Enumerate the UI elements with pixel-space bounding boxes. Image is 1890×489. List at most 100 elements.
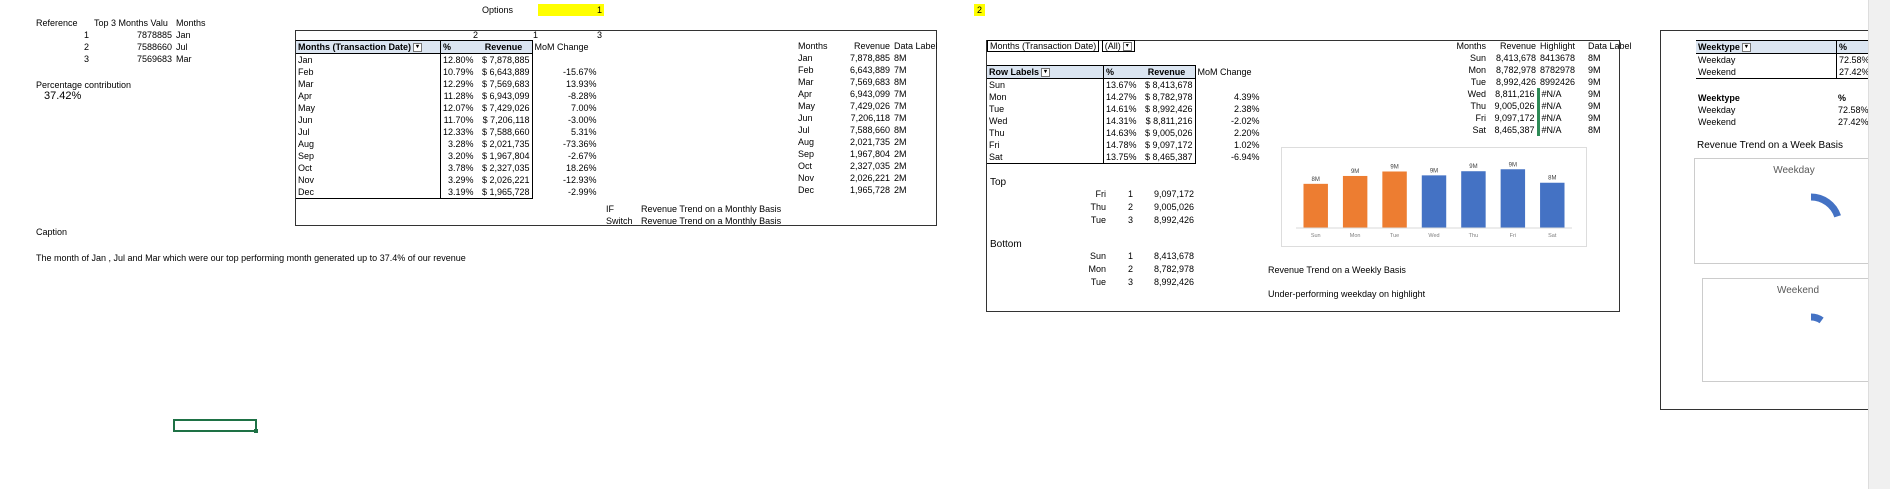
- table-cell[interactable]: 2M: [892, 148, 946, 160]
- table-cell[interactable]: 7,569,683: [836, 76, 892, 88]
- revenue-cell[interactable]: $ 2,021,735: [475, 138, 533, 150]
- table-cell[interactable]: 8992426: [1538, 76, 1586, 88]
- table-cell[interactable]: Apr: [796, 88, 836, 100]
- table-row[interactable]: Feb 6,643,889 7M: [796, 64, 946, 76]
- revenue-cell[interactable]: $ 7,878,885: [475, 53, 533, 66]
- table-cell[interactable]: Feb: [796, 64, 836, 76]
- table-row[interactable]: Sep 1,967,804 2M: [796, 148, 946, 160]
- weektype-pct-cell[interactable]: 27.42%: [1836, 116, 1871, 128]
- day-cell[interactable]: Fri: [987, 139, 1104, 151]
- table-cell[interactable]: 7,878,885: [836, 52, 892, 64]
- table-cell[interactable]: 2M: [892, 172, 946, 184]
- table-cell[interactable]: Mon: [1436, 64, 1488, 76]
- revenue-cell[interactable]: $ 7,429,026: [475, 102, 533, 114]
- table-row[interactable]: Sep 3.20% $ 1,967,804 -2.67%: [296, 150, 599, 162]
- table-row[interactable]: Weekend 27.42%: [1696, 66, 1872, 79]
- table-cell[interactable]: 7,206,118: [836, 112, 892, 124]
- table-cell[interactable]: 8,992,426: [1488, 76, 1538, 88]
- mom-cell[interactable]: -12.93%: [532, 174, 599, 186]
- month-cell[interactable]: Apr: [296, 90, 441, 102]
- weektype-pct-cell[interactable]: 72.58%: [1836, 104, 1871, 116]
- revenue-cell[interactable]: $ 8,992,426: [1138, 103, 1196, 115]
- table-cell[interactable]: 9M: [1586, 76, 1640, 88]
- pct-cell[interactable]: 13.67%: [1104, 79, 1139, 92]
- table-cell[interactable]: 7M: [892, 64, 946, 76]
- filter-dropdown-icon[interactable]: ▾: [1741, 43, 1751, 53]
- table-cell[interactable]: Wed: [1436, 88, 1488, 100]
- pct-cell[interactable]: 3.20%: [441, 150, 476, 162]
- table-row[interactable]: Apr 11.28% $ 6,943,099 -8.28%: [296, 90, 599, 102]
- table-row[interactable]: Weekday 72.58%: [1696, 104, 1871, 116]
- pct-cell[interactable]: 3.28%: [441, 138, 476, 150]
- table-cell[interactable]: 8413678: [1538, 52, 1586, 64]
- weektype-cell[interactable]: Weekday: [1696, 104, 1836, 116]
- options-cell-2[interactable]: 2: [974, 4, 985, 16]
- mom-cell[interactable]: [532, 54, 599, 67]
- table-cell[interactable]: 9,097,172: [1488, 112, 1538, 124]
- table-cell[interactable]: 7M: [892, 100, 946, 112]
- mom-cell[interactable]: 2.38%: [1195, 103, 1262, 115]
- revenue-cell[interactable]: $ 8,465,387: [1138, 151, 1196, 164]
- mom-cell[interactable]: 18.26%: [532, 162, 599, 174]
- table-cell[interactable]: 8,465,387: [1488, 124, 1538, 136]
- weektype-pct-cell[interactable]: 27.42%: [1836, 66, 1872, 79]
- day-cell[interactable]: Mon: [987, 91, 1104, 103]
- table-cell[interactable]: 8M: [1586, 52, 1640, 64]
- weektype-table[interactable]: Weektype ▾ % Weekday 72.58% Weekend 27.42%: [1696, 40, 1872, 79]
- revenue-cell[interactable]: $ 1,967,804: [475, 150, 533, 162]
- filter-dropdown-icon[interactable]: ▾: [413, 43, 423, 53]
- table-cell[interactable]: 2M: [892, 184, 946, 196]
- revenue-cell[interactable]: $ 2,327,035: [475, 162, 533, 174]
- table-cell[interactable]: 6,943,099: [836, 88, 892, 100]
- revenue-cell[interactable]: $ 6,943,099: [475, 90, 533, 102]
- filter-dropdown-icon[interactable]: ▾: [1122, 42, 1132, 52]
- table-cell[interactable]: Aug: [796, 136, 836, 148]
- chart-bar[interactable]: [1540, 182, 1565, 228]
- table-row[interactable]: Nov 2,026,221 2M: [796, 172, 946, 184]
- chart-bar[interactable]: [1421, 175, 1447, 228]
- table-row[interactable]: Mar 7,569,683 8M: [796, 76, 946, 88]
- mom-cell[interactable]: 7.00%: [532, 102, 599, 114]
- month-cell[interactable]: Aug: [296, 138, 441, 150]
- table-cell[interactable]: 9M: [1586, 64, 1640, 76]
- mom-cell[interactable]: -2.99%: [532, 186, 599, 199]
- table-row[interactable]: Jan 7,878,885 8M: [796, 52, 946, 64]
- table-row[interactable]: Sun 13.67% $ 8,413,678: [987, 78, 1262, 92]
- table-cell[interactable]: Jun: [796, 112, 836, 124]
- options-cell-1[interactable]: 1: [538, 4, 604, 16]
- table-row[interactable]: Dec 1,965,728 2M: [796, 184, 946, 196]
- table-cell[interactable]: Dec: [796, 184, 836, 196]
- table-row[interactable]: Fri 14.78% $ 9,097,172 1.02%: [987, 139, 1262, 151]
- table-row[interactable]: Fri 9,097,172 #N/A 9M: [1436, 112, 1640, 124]
- pct-cell[interactable]: 10.79%: [441, 66, 476, 78]
- table-row[interactable]: Mar 12.29% $ 7,569,683 13.93%: [296, 78, 599, 90]
- pct-cell[interactable]: 14.63%: [1104, 127, 1139, 139]
- month-cell[interactable]: Jun: [296, 114, 441, 126]
- weekday-donut-panel[interactable]: Weekday: [1694, 158, 1890, 264]
- table-row[interactable]: Apr 6,943,099 7M: [796, 88, 946, 100]
- filter-dropdown-icon[interactable]: ▾: [1041, 68, 1051, 78]
- weekly-bar-chart[interactable]: 8M Sun 9M Mon 9M Tue 9M Wed 9M Thu 9M Fri 8M Sat: [1281, 147, 1587, 247]
- month-cell[interactable]: Jan: [296, 53, 441, 66]
- table-cell[interactable]: Tue: [1436, 76, 1488, 88]
- table-row[interactable]: Oct 2,327,035 2M: [796, 160, 946, 172]
- pct-cell[interactable]: 12.29%: [441, 78, 476, 90]
- mom-cell[interactable]: -15.67%: [532, 66, 599, 78]
- table-cell[interactable]: 2,021,735: [836, 136, 892, 148]
- pct-cell[interactable]: 14.78%: [1104, 139, 1139, 151]
- revenue-cell[interactable]: $ 9,005,026: [1138, 127, 1196, 139]
- table-row[interactable]: Tue 8,992,426 8992426 9M: [1436, 76, 1640, 88]
- table-cell[interactable]: Oct: [796, 160, 836, 172]
- weektype-pct-cell[interactable]: 72.58%: [1837, 54, 1872, 67]
- pct-cell[interactable]: 12.80%: [441, 54, 476, 67]
- table-row[interactable]: Tue 14.61% $ 8,992,426 2.38%: [987, 103, 1262, 115]
- table-row[interactable]: Mon 14.27% $ 8,782,978 4.39%: [987, 91, 1262, 103]
- pct-cell[interactable]: 12.33%: [441, 126, 476, 138]
- table-cell[interactable]: 9M: [1586, 112, 1640, 124]
- chart-bar[interactable]: [1461, 171, 1486, 228]
- table-row[interactable]: Oct 3.78% $ 2,327,035 18.26%: [296, 162, 599, 174]
- table-cell[interactable]: #N/A: [1536, 88, 1586, 100]
- month-cell[interactable]: May: [296, 102, 441, 114]
- table-row[interactable]: Sat 13.75% $ 8,465,387 -6.94%: [987, 151, 1262, 164]
- table-cell[interactable]: #N/A: [1536, 112, 1586, 124]
